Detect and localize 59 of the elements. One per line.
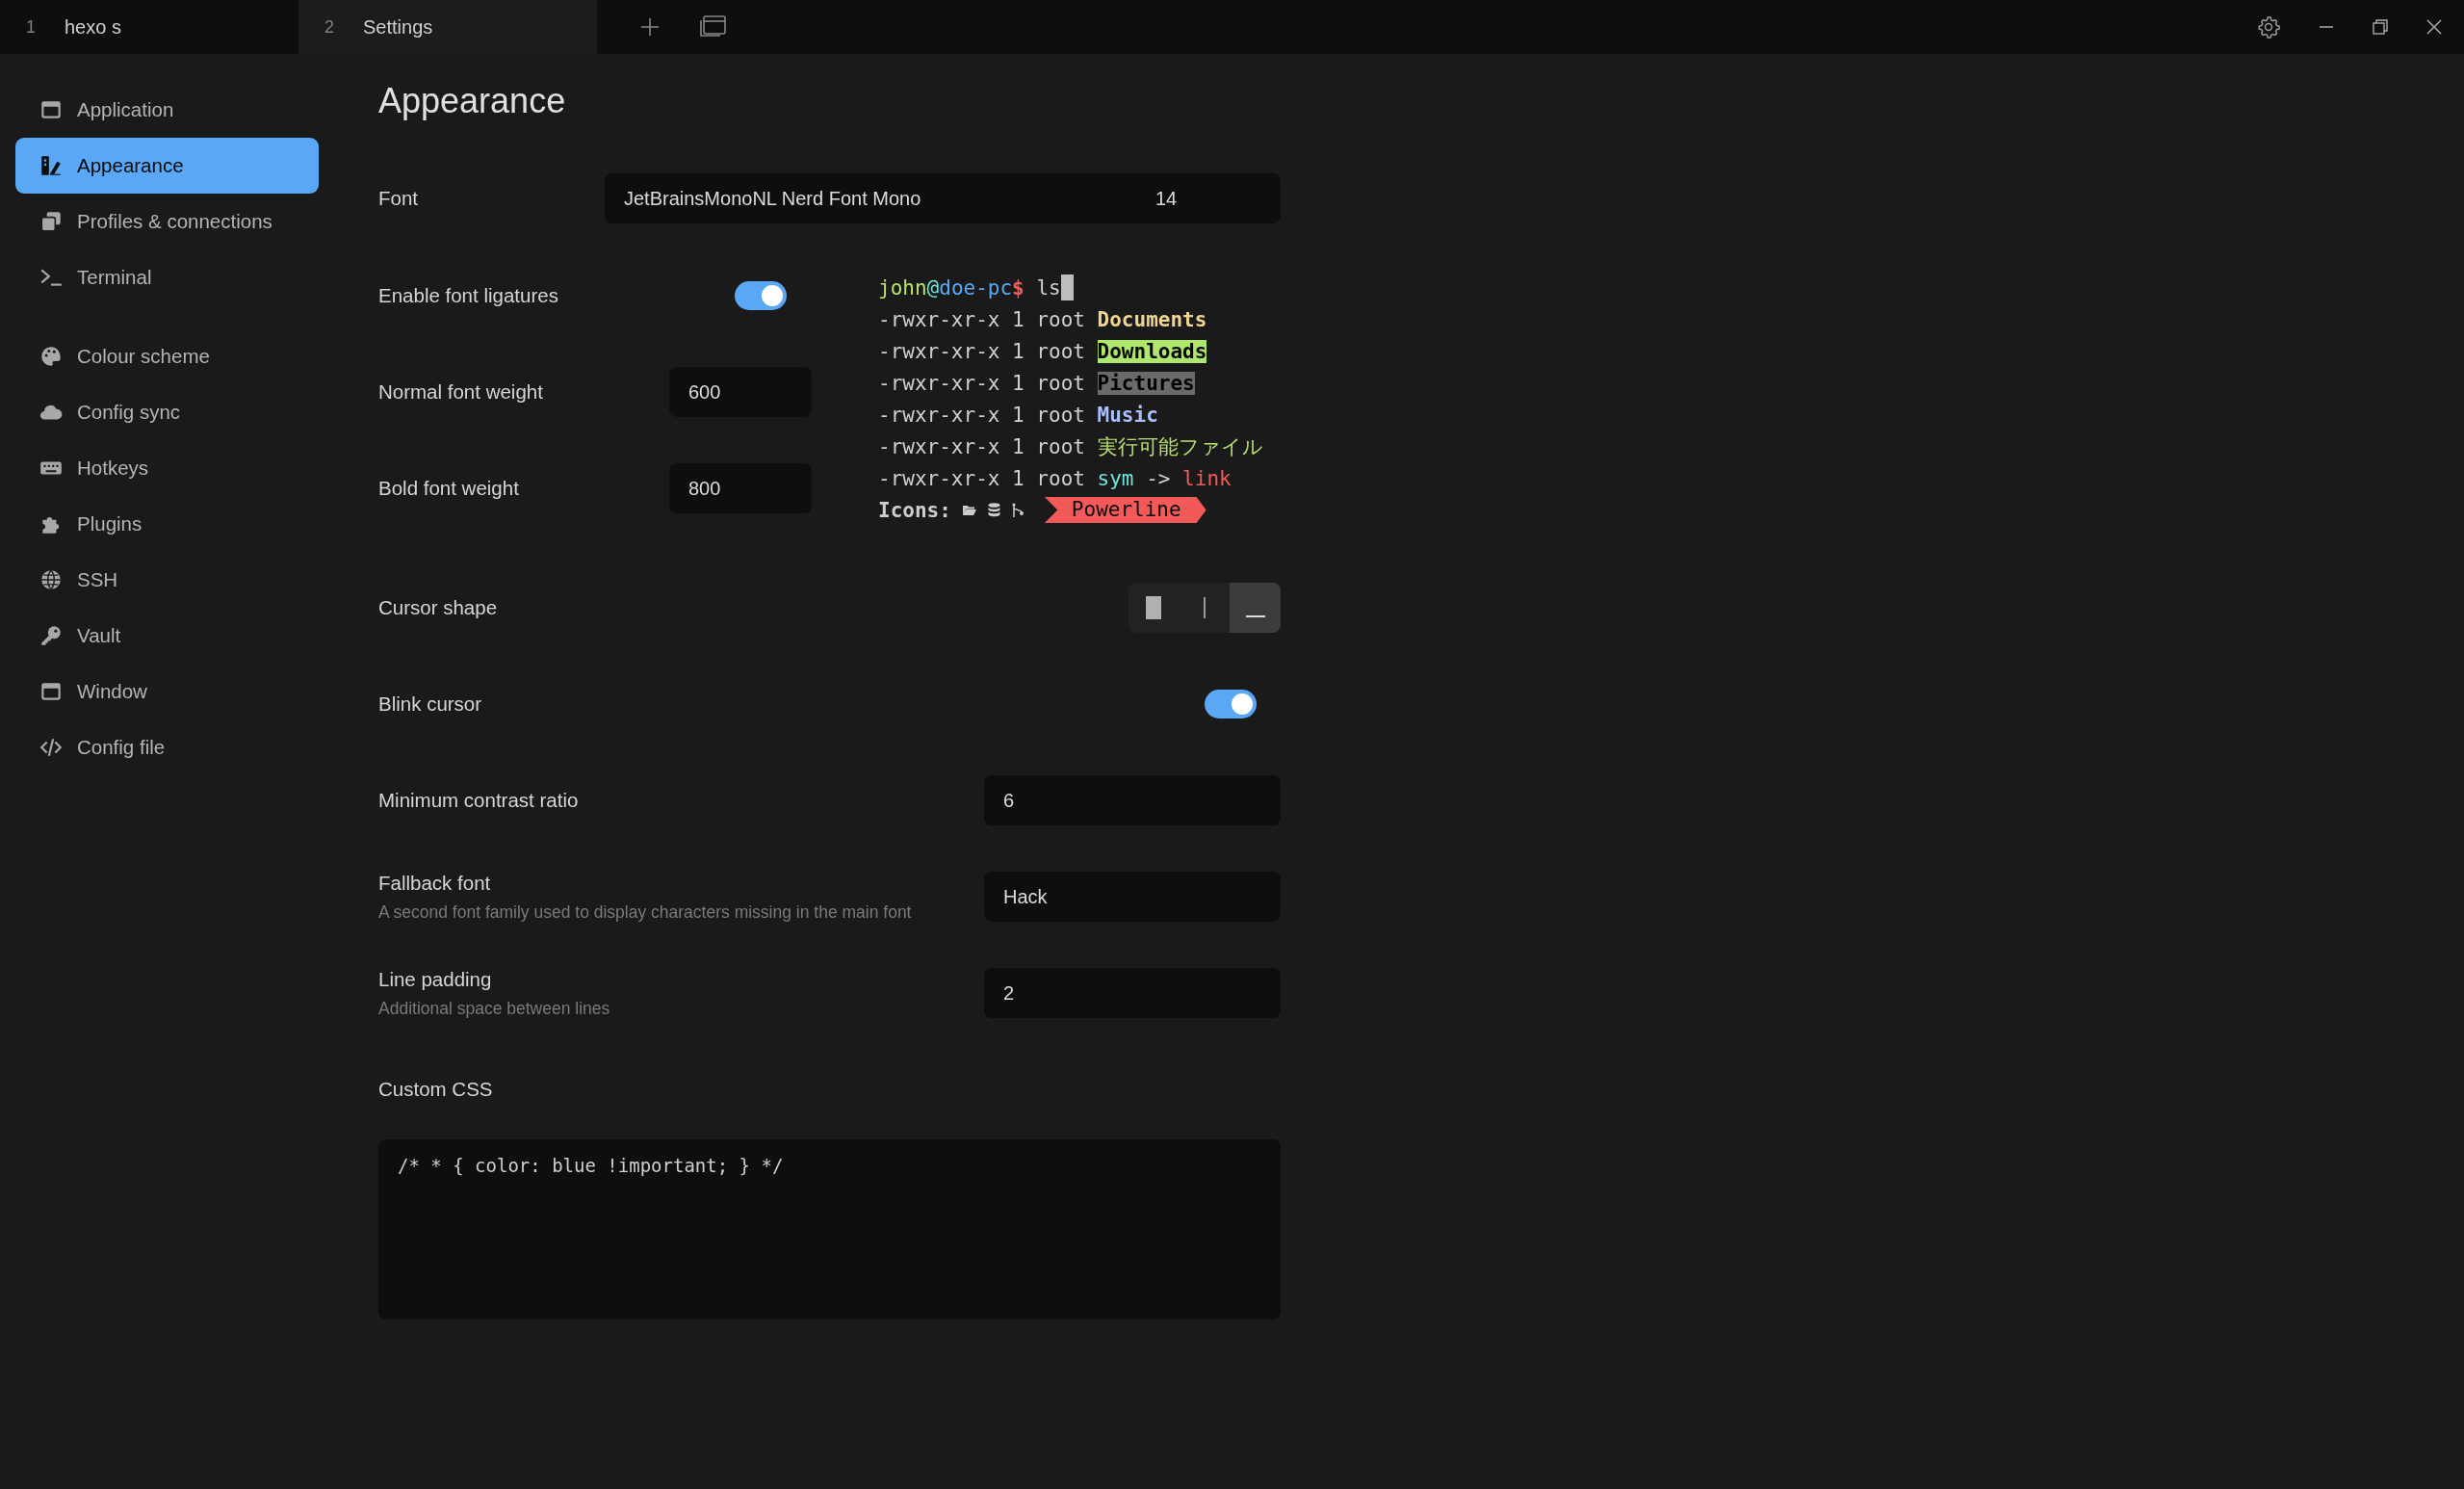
setting-description: Additional space between lines bbox=[378, 998, 610, 1019]
terminal-line: -rwxr-xr-x 1 root sym -> link bbox=[878, 466, 1232, 490]
page-title: Appearance bbox=[378, 80, 567, 122]
setting-label: Cursor shape bbox=[378, 596, 498, 619]
setting-label: Normal font weight bbox=[378, 380, 543, 404]
font-picker[interactable]: JetBrainsMonoNL Nerd Font Mono 14 bbox=[605, 173, 1281, 223]
restore-icon[interactable] bbox=[2372, 18, 2389, 36]
setting-label: Font bbox=[378, 187, 419, 210]
plus-icon[interactable] bbox=[639, 16, 661, 38]
input-field[interactable]: 6 bbox=[984, 775, 1281, 825]
terminal-line: -rwxr-xr-x 1 root Music bbox=[878, 403, 1158, 427]
input-field[interactable]: Hack bbox=[984, 872, 1281, 922]
toggle-switch[interactable] bbox=[1205, 690, 1257, 718]
setting-label: Minimum contrast ratio bbox=[378, 789, 579, 812]
sidebar-item[interactable]: Vault bbox=[15, 608, 319, 664]
database-icon bbox=[987, 503, 1000, 517]
font-family-value: JetBrainsMonoNL Nerd Font Mono bbox=[624, 187, 922, 210]
sidebar-item[interactable]: Config file bbox=[15, 719, 319, 775]
globe-icon bbox=[39, 567, 64, 592]
tab[interactable]: 2 Settings bbox=[298, 0, 597, 54]
close-icon[interactable] bbox=[2425, 18, 2443, 36]
window-icon[interactable] bbox=[699, 14, 728, 39]
setting-label: Fallback font bbox=[378, 871, 492, 895]
setting-label: Custom CSS bbox=[378, 1078, 493, 1101]
terminal-line: john@doe-pc$ ls bbox=[878, 275, 1061, 300]
terminal-line: -rwxr-xr-x 1 root 実行可能ファイル bbox=[878, 433, 1263, 460]
sidebar-item[interactable]: Colour scheme bbox=[15, 328, 319, 384]
font-size-value: 14 bbox=[1155, 187, 1178, 210]
branch-icon bbox=[1011, 502, 1025, 518]
setting-description: A second font family used to display characters missing in the main font bbox=[378, 901, 912, 923]
brush-icon bbox=[39, 153, 64, 178]
sidebar-item[interactable]: Config sync bbox=[15, 384, 319, 440]
input-field[interactable]: 2 bbox=[984, 968, 1281, 1018]
terminal-line: Icons: bbox=[878, 498, 951, 522]
sidebar-item[interactable]: Application bbox=[15, 82, 319, 138]
setting-label: Bold font weight bbox=[378, 477, 519, 500]
terminal-line: -rwxr-xr-x 1 root Documents bbox=[878, 307, 1207, 331]
input-field[interactable]: 800 bbox=[669, 463, 812, 513]
palette-icon bbox=[39, 344, 64, 369]
terminal-line: -rwxr-xr-x 1 root Pictures bbox=[878, 371, 1195, 395]
sidebar-item[interactable]: SSH bbox=[15, 552, 319, 608]
terminal-line: -rwxr-xr-x 1 root Downloads bbox=[878, 339, 1207, 363]
sidebar-item[interactable]: Plugins bbox=[15, 496, 319, 552]
key-icon bbox=[39, 623, 64, 648]
sidebar-item[interactable]: Profiles & connections bbox=[15, 194, 319, 249]
folder-icon bbox=[962, 504, 976, 516]
input-field[interactable]: 600 bbox=[669, 367, 812, 417]
toggle-switch[interactable] bbox=[735, 281, 787, 310]
settings-icon[interactable] bbox=[2256, 14, 2281, 39]
tab[interactable]: 1 hexo s bbox=[0, 0, 298, 54]
sidebar-item[interactable]: Appearance bbox=[15, 138, 319, 194]
code-editor[interactable]: /* * { color: blue !important; } */ bbox=[378, 1139, 1281, 1319]
setting-label: Line padding bbox=[378, 967, 493, 991]
sidebar-item[interactable]: Hotkeys bbox=[15, 440, 319, 496]
sidebar-item[interactable]: Terminal bbox=[15, 249, 319, 305]
powerline-badge: Powerline bbox=[1044, 497, 1206, 523]
setting-label: Enable font ligatures bbox=[378, 284, 558, 307]
sidebar-item[interactable]: Window bbox=[15, 664, 319, 719]
setting-label: Blink cursor bbox=[378, 692, 482, 716]
